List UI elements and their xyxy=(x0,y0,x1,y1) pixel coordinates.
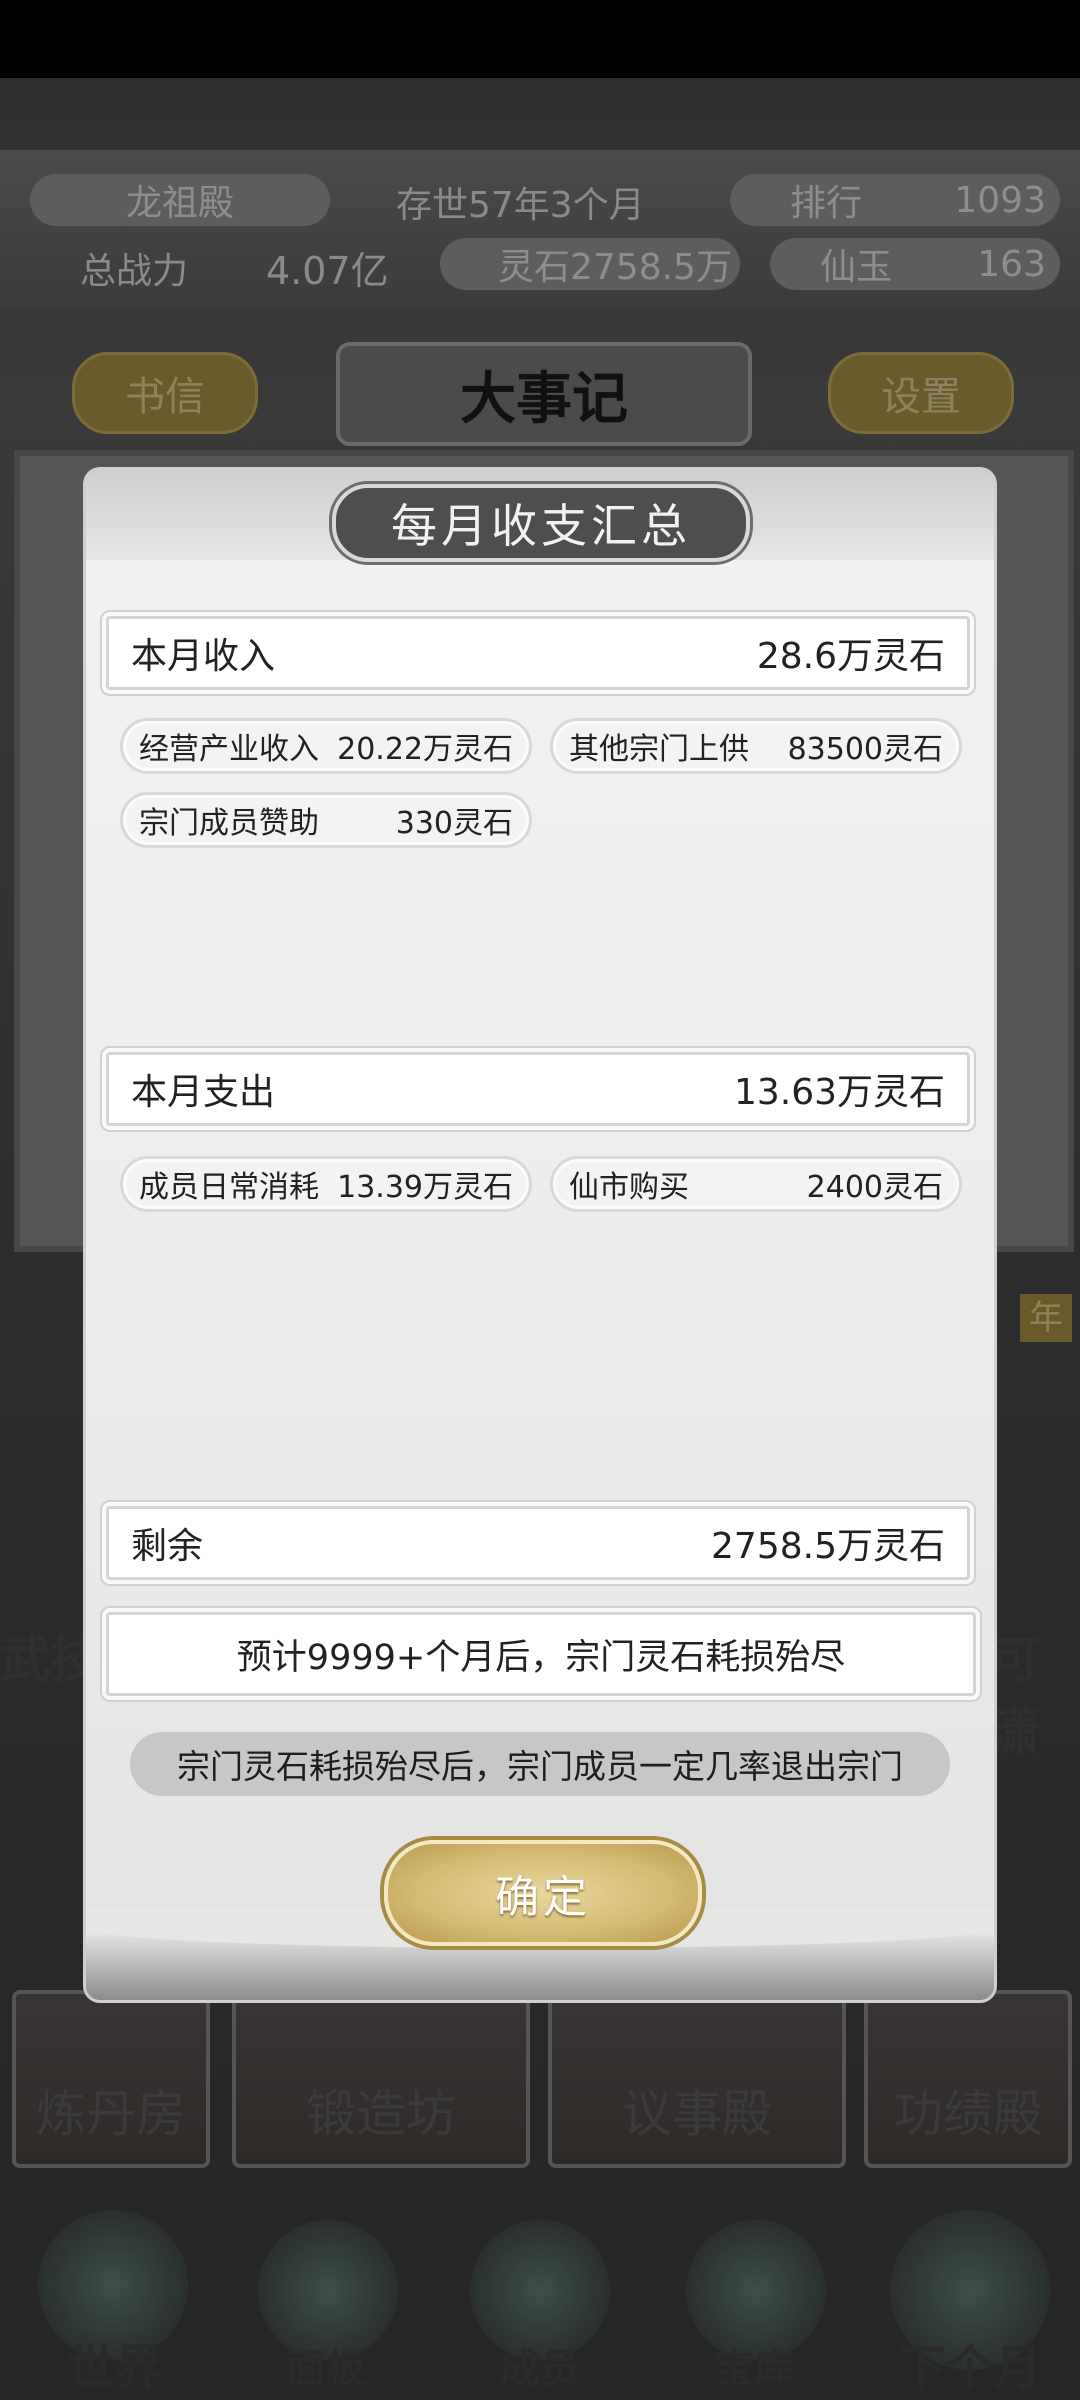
confirm-button[interactable]: 确定 xyxy=(384,1840,702,1946)
settings-button[interactable]: 设置 xyxy=(828,352,1014,434)
nav-panel[interactable]: 面板 xyxy=(256,2336,396,2394)
events-title: 大事记 xyxy=(336,342,752,446)
side-left-label: 武技 xyxy=(0,1631,100,1689)
status-bar xyxy=(0,0,1080,78)
rank-label: 排行 xyxy=(790,183,863,224)
building-alchemy[interactable]: 炼丹房 xyxy=(12,1990,210,2168)
nav-world[interactable]: 世界 xyxy=(40,2328,190,2398)
income-item: 宗门成员赞助 330灵石 xyxy=(120,792,532,848)
expense-item-value: 13.39万灵石 xyxy=(337,1170,513,1205)
dialog-title: 每月收支汇总 xyxy=(332,484,750,562)
building-label: 炼丹房 xyxy=(36,2085,186,2143)
depletion-forecast: 预计9999+个月后，宗门灵石耗损殆尽 xyxy=(106,1612,976,1696)
sect-name-pill: 龙祖殿 xyxy=(30,174,330,226)
rank-value: 1093 xyxy=(954,179,1046,221)
jade-label: 仙玉 xyxy=(820,247,893,288)
sect-name: 龙祖殿 xyxy=(125,183,234,224)
income-item-value: 330灵石 xyxy=(395,806,513,841)
power-value: 4.07亿 xyxy=(266,249,389,293)
sect-info-bar: 龙祖殿 存世57年3个月 排行 1093 总战力 4.07亿 灵石2758.5万… xyxy=(0,150,1080,310)
nav-members[interactable]: 成员 xyxy=(470,2336,610,2394)
power-label: 总战力 xyxy=(80,251,189,292)
income-item-label: 经营产业收入 xyxy=(139,732,319,767)
building-merit-hall[interactable]: 功绩殿 xyxy=(864,1990,1072,2168)
depletion-warning: 宗门灵石耗损殆尽后，宗门成员一定几率退出宗门 xyxy=(130,1732,950,1796)
expense-item: 仙市购买 2400灵石 xyxy=(550,1156,962,1212)
expense-label: 本月支出 xyxy=(131,1072,276,1113)
building-label: 功绩殿 xyxy=(893,2085,1043,2143)
income-item-value: 83500灵石 xyxy=(787,732,943,767)
income-item-value: 20.22万灵石 xyxy=(337,732,513,767)
income-item-label: 其他宗门上供 xyxy=(569,732,749,767)
income-row: 本月收入 28.6万灵石 xyxy=(106,616,970,690)
remaining-row: 剩余 2758.5万灵石 xyxy=(106,1506,970,1580)
remaining-label: 剩余 xyxy=(131,1526,204,1567)
income-total: 28.6万灵石 xyxy=(756,636,945,677)
building-label: 议事殿 xyxy=(622,2085,772,2143)
rank-pill[interactable]: 排行 1093 xyxy=(730,174,1060,226)
jade-value: 163 xyxy=(977,243,1046,285)
expense-item-label: 仙市购买 xyxy=(569,1170,689,1205)
sect-age: 存世57年3个月 xyxy=(396,185,645,226)
side-badge: 年 xyxy=(1020,1294,1072,1342)
expense-item-value: 2400灵石 xyxy=(806,1170,943,1205)
nav-next-month[interactable]: 下个月 xyxy=(880,2328,1060,2398)
letters-button[interactable]: 书信 xyxy=(72,352,258,434)
expense-row: 本月支出 13.63万灵石 xyxy=(106,1052,970,1126)
income-item: 经营产业收入 20.22万灵石 xyxy=(120,718,532,774)
expense-item: 成员日常消耗 13.39万灵石 xyxy=(120,1156,532,1212)
spirit-stone-value: 灵石2758.5万 xyxy=(498,247,732,288)
spirit-stone-pill: 灵石2758.5万 xyxy=(440,238,740,290)
remaining-value: 2758.5万灵石 xyxy=(711,1526,945,1567)
side-right-label: 可潇 xyxy=(990,1631,1040,1761)
expense-total: 13.63万灵石 xyxy=(733,1072,945,1113)
building-forge[interactable]: 锻造坊 xyxy=(232,1990,530,2168)
jade-pill: 仙玉 163 xyxy=(770,238,1060,290)
building-label: 锻造坊 xyxy=(306,2085,456,2143)
building-council-hall[interactable]: 议事殿 xyxy=(548,1990,846,2168)
monthly-summary-dialog: 每月收支汇总 本月收入 28.6万灵石 经营产业收入 20.22万灵石 其他宗门… xyxy=(86,470,994,2000)
income-item: 其他宗门上供 83500灵石 xyxy=(550,718,962,774)
nav-treasury[interactable]: 宝库 xyxy=(684,2336,824,2394)
income-item-label: 宗门成员赞助 xyxy=(139,806,319,841)
expense-item-label: 成员日常消耗 xyxy=(139,1170,319,1205)
income-label: 本月收入 xyxy=(131,636,276,677)
